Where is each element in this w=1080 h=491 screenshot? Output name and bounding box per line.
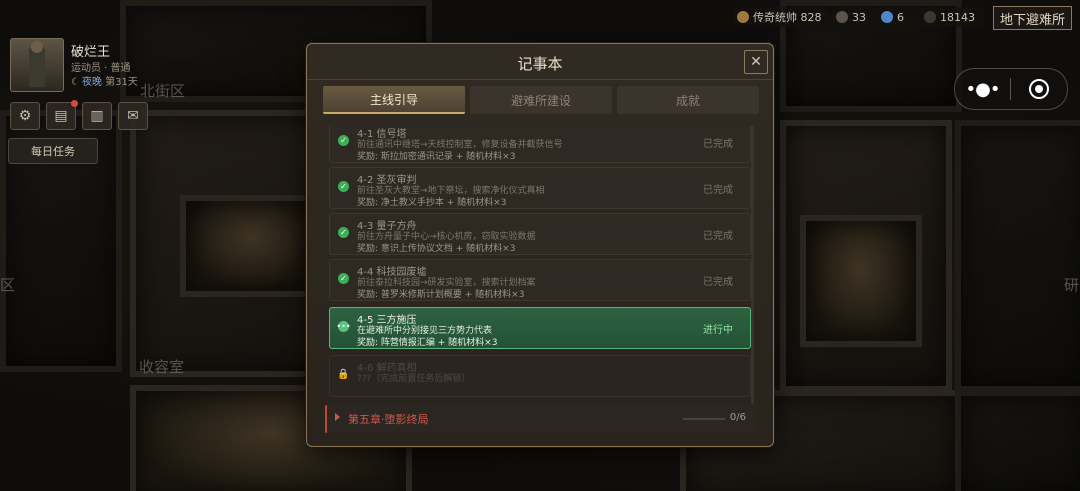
coin-icon [836, 11, 848, 23]
quest-item[interactable]: ✓ 4-3 量子方舟 前往方舟量子中心→核心机房，窃取实验数据 奖励: 意识上传… [329, 213, 751, 255]
lock-icon: 🔒 [337, 368, 350, 380]
gear-icon: ⚙ [18, 108, 32, 124]
quest-status: 进行中 [703, 325, 733, 336]
quest-status: 已完成 [703, 231, 733, 242]
chapter-header[interactable]: 第五章·堕影终局 0/6 [325, 405, 756, 433]
legend-currency: 传奇统帅 828 [733, 7, 828, 27]
legend-value: 828 [800, 10, 822, 24]
more-icon[interactable]: •●• [955, 79, 1010, 100]
exit-button[interactable] [1011, 79, 1066, 99]
tab-bar: 主线引导 避难所建设 成就 [323, 86, 759, 114]
quest-item[interactable]: ✓ 4-2 圣灰审判 前往圣灰大教堂→地下祭坛，搜索净化仪式真相 奖励: 净土教… [329, 167, 751, 209]
settings-button[interactable]: ⚙ [10, 102, 40, 130]
journal-icon: ▤ [54, 108, 68, 124]
quest-reward: 奖励: 意识上传协议文档 + 随机材料×3 [357, 244, 516, 254]
quest-item[interactable]: ✓ 4-4 科技园废墟 前往泰拉科技园→研发实验室，搜索计划档案 奖励: 普罗米… [329, 259, 751, 301]
tab-achievements[interactable]: 成就 [617, 86, 759, 114]
shelter-button[interactable]: 地下避难所 [992, 6, 1072, 30]
dialog-title: 记事本 [517, 55, 563, 73]
quest-status: 已完成 [703, 277, 733, 288]
scrollbar[interactable] [751, 126, 754, 404]
chapter-progress-bar [683, 418, 725, 420]
quest-reward: 奖励: 阵营情报汇编 + 随机材料×3 [357, 338, 498, 348]
moon-icon: ☾ [71, 77, 80, 88]
check-icon: ✓ [338, 273, 349, 284]
quick-actions: ⚙ ▤ ▥ ✉ [10, 100, 148, 130]
quest-status: 已完成 [703, 185, 733, 196]
notebook-button[interactable]: ▤ [46, 100, 78, 130]
chapter-progress: 0/6 [729, 412, 746, 423]
quest-item-active[interactable]: ••• 4-5 三方施压 在避难所中分别接见三方势力代表 奖励: 阵营情报汇编 … [329, 307, 751, 349]
player-role: 运动员 · 普通 [71, 63, 131, 74]
resource-3-value: 18143 [940, 10, 975, 24]
resource-2: 6 [877, 7, 921, 27]
avatar-head [31, 41, 43, 53]
check-icon: ✓ [338, 135, 349, 146]
mail-icon: ✉ [127, 108, 139, 124]
avatar[interactable] [10, 38, 64, 92]
quest-reward: 奖励: 普罗米修斯计划概要 + 随机材料×3 [357, 290, 525, 300]
resource-2-value: 6 [897, 10, 904, 24]
quest-desc: ???（完成前置任务后解锁） [357, 374, 471, 384]
in-progress-icon: ••• [336, 321, 351, 332]
player-name: 破烂王 [71, 45, 111, 60]
quest-item-locked[interactable]: 🔒 4-6 解药真相 ???（完成前置任务后解锁） [329, 355, 751, 397]
close-icon: ✕ [750, 54, 762, 70]
caret-right-icon [335, 413, 340, 421]
quest-status: 已完成 [703, 139, 733, 150]
notebook-dialog: 记事本 ✕ 主线引导 避难所建设 成就 ✓ 4-1 信号塔 前往通讯中继塔→天线… [306, 43, 774, 447]
book-icon: ▥ [90, 108, 104, 124]
mail-button[interactable]: ✉ [118, 102, 148, 130]
miniprogram-capsule: •●• [954, 68, 1068, 110]
phase-label: 夜晚 [81, 77, 102, 88]
player-card[interactable]: 破烂王 运动员 · 普通 ☾ 夜晚 第31天 [10, 38, 170, 92]
legend-label: 传奇统帅 [753, 11, 797, 24]
codex-button[interactable]: ▥ [82, 102, 112, 130]
player-day: ☾ 夜晚 第31天 [71, 73, 138, 88]
day-label: 第31天 [105, 77, 138, 88]
quest-reward: 奖励: 斯拉加密通讯记录 + 随机材料×3 [357, 152, 516, 162]
tab-main-guide[interactable]: 主线引导 [323, 86, 465, 114]
resource-1-value: 33 [852, 10, 866, 24]
chapter-title: 第五章·堕影终局 [348, 413, 429, 426]
scrap-icon [924, 11, 936, 23]
gem-icon [881, 11, 893, 23]
resource-3: 18143 [920, 7, 984, 27]
notification-dot [71, 100, 78, 107]
medal-icon [737, 11, 749, 23]
resource-1: 33 [832, 7, 880, 27]
tab-shelter-build[interactable]: 避难所建设 [470, 86, 612, 114]
quest-list[interactable]: ✓ 4-1 信号塔 前往通讯中继塔→天线控制室，修复设备并截获信号 奖励: 斯拉… [327, 126, 754, 404]
daily-tasks-button[interactable]: 每日任务 [8, 138, 98, 164]
close-button[interactable]: ✕ [744, 50, 768, 74]
target-icon [1028, 79, 1049, 99]
check-icon: ✓ [338, 181, 349, 192]
title-divider [307, 79, 773, 80]
check-icon: ✓ [338, 227, 349, 238]
quest-reward: 奖励: 净土教义手抄本 + 随机材料×3 [357, 198, 507, 208]
quest-item[interactable]: ✓ 4-1 信号塔 前往通讯中继塔→天线控制室，修复设备并截获信号 奖励: 斯拉… [329, 126, 751, 163]
